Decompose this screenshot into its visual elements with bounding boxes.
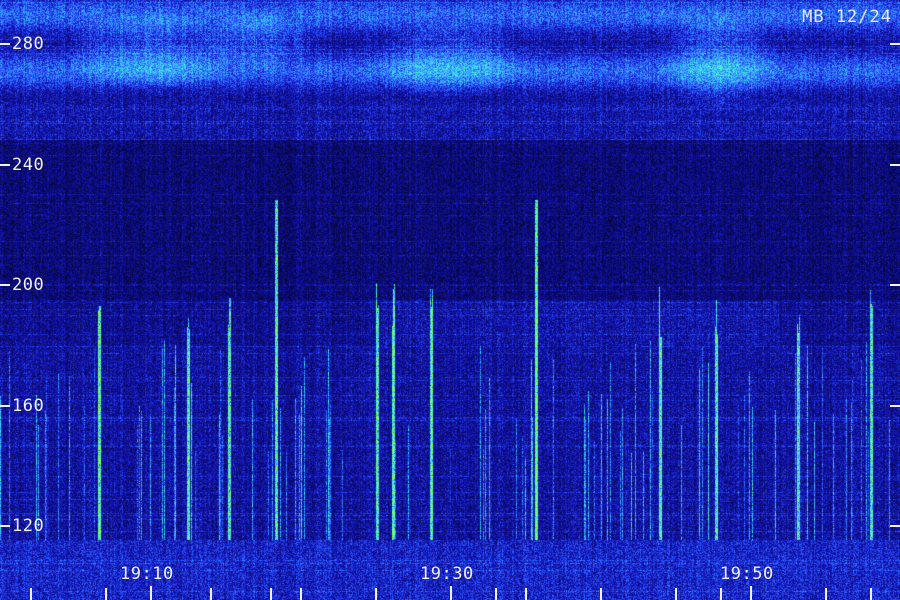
spectrogram-view: 120 160 200 240 280 19:10 19:30 19:50 MB 12/24 bbox=[0, 0, 900, 600]
spectrogram-canvas bbox=[0, 0, 900, 600]
